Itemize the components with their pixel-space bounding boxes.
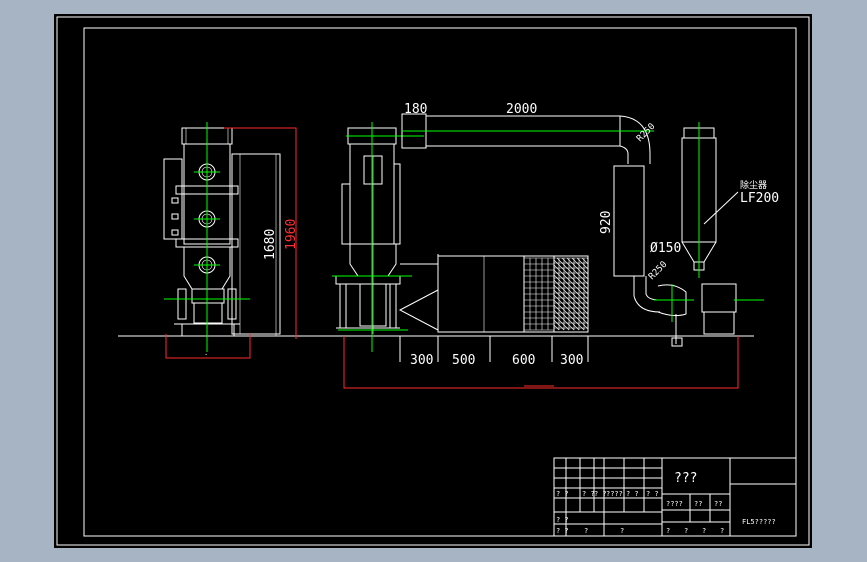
filter-grid-b <box>553 257 589 331</box>
svg-text:·: · <box>204 351 208 359</box>
dim-300a: 300 <box>410 353 433 368</box>
callout-line1: 除尘器 <box>740 179 767 191</box>
tb-r2c3: ? ? <box>594 490 607 498</box>
tb-r2c1: ? ? <box>556 490 569 498</box>
dim-1960: 1960 <box>284 219 299 250</box>
dim-d150: Ø150 <box>650 241 681 256</box>
overall-dimension <box>343 336 739 389</box>
collector-centerlines <box>654 122 700 322</box>
tb-bot-a: ? <box>584 527 588 535</box>
callout-line2: LF200 <box>740 191 779 206</box>
drawing-code: FL5????? <box>742 518 776 526</box>
title-block-title: ??? <box>674 471 697 486</box>
tb-bot-d: ? <box>684 527 688 535</box>
dim-300b: 300 <box>560 353 583 368</box>
tb-bot-b: ? <box>620 527 624 535</box>
filter-grid-a <box>523 257 555 331</box>
outer-frame <box>56 16 810 546</box>
tb-r2c2: ? ? <box>582 490 595 498</box>
tb-sc1: ? ? <box>556 516 569 524</box>
tb-mid3: ?? <box>714 500 722 508</box>
tb-bot-c: ? <box>666 527 670 535</box>
tb-r2c6: ? ? <box>646 490 659 498</box>
dim-r250-top: R250 <box>635 122 657 144</box>
tb-r2c5: ? ? <box>626 490 639 498</box>
drawing-canvas: · 1680 1960 180 2000 R250 920 Ø150 R250 … <box>56 16 810 546</box>
dim-500: 500 <box>452 353 475 368</box>
dim-600: 600 <box>512 353 535 368</box>
dim-2000: 2000 <box>506 102 537 117</box>
tb-r2c4: ???? <box>606 490 623 498</box>
inner-frame <box>83 27 797 537</box>
vertical-duct <box>613 165 661 313</box>
tb-bot-e: ? <box>702 527 706 535</box>
dim-r250-bottom: R250 <box>647 260 669 282</box>
cad-viewport: · 1680 1960 180 2000 R250 920 Ø150 R250 … <box>0 0 867 562</box>
callout-leader <box>703 191 739 225</box>
tb-mid1: ???? <box>666 500 683 508</box>
fluid-bed-granulator-front <box>335 127 438 334</box>
top-duct <box>401 113 654 164</box>
left-centerlines <box>164 122 250 352</box>
drawing-sheet: · 1680 1960 180 2000 R250 920 Ø150 R250 … <box>54 14 812 548</box>
dim-1680: 1680 <box>263 229 278 260</box>
tb-bot-f: ? <box>720 527 724 535</box>
dim-920: 920 <box>599 211 614 234</box>
tb-mid2: ?? <box>694 500 702 508</box>
dim-180: 180 <box>404 102 427 117</box>
tb-sc2: ? ? <box>556 527 569 535</box>
dust-collector <box>657 127 764 347</box>
